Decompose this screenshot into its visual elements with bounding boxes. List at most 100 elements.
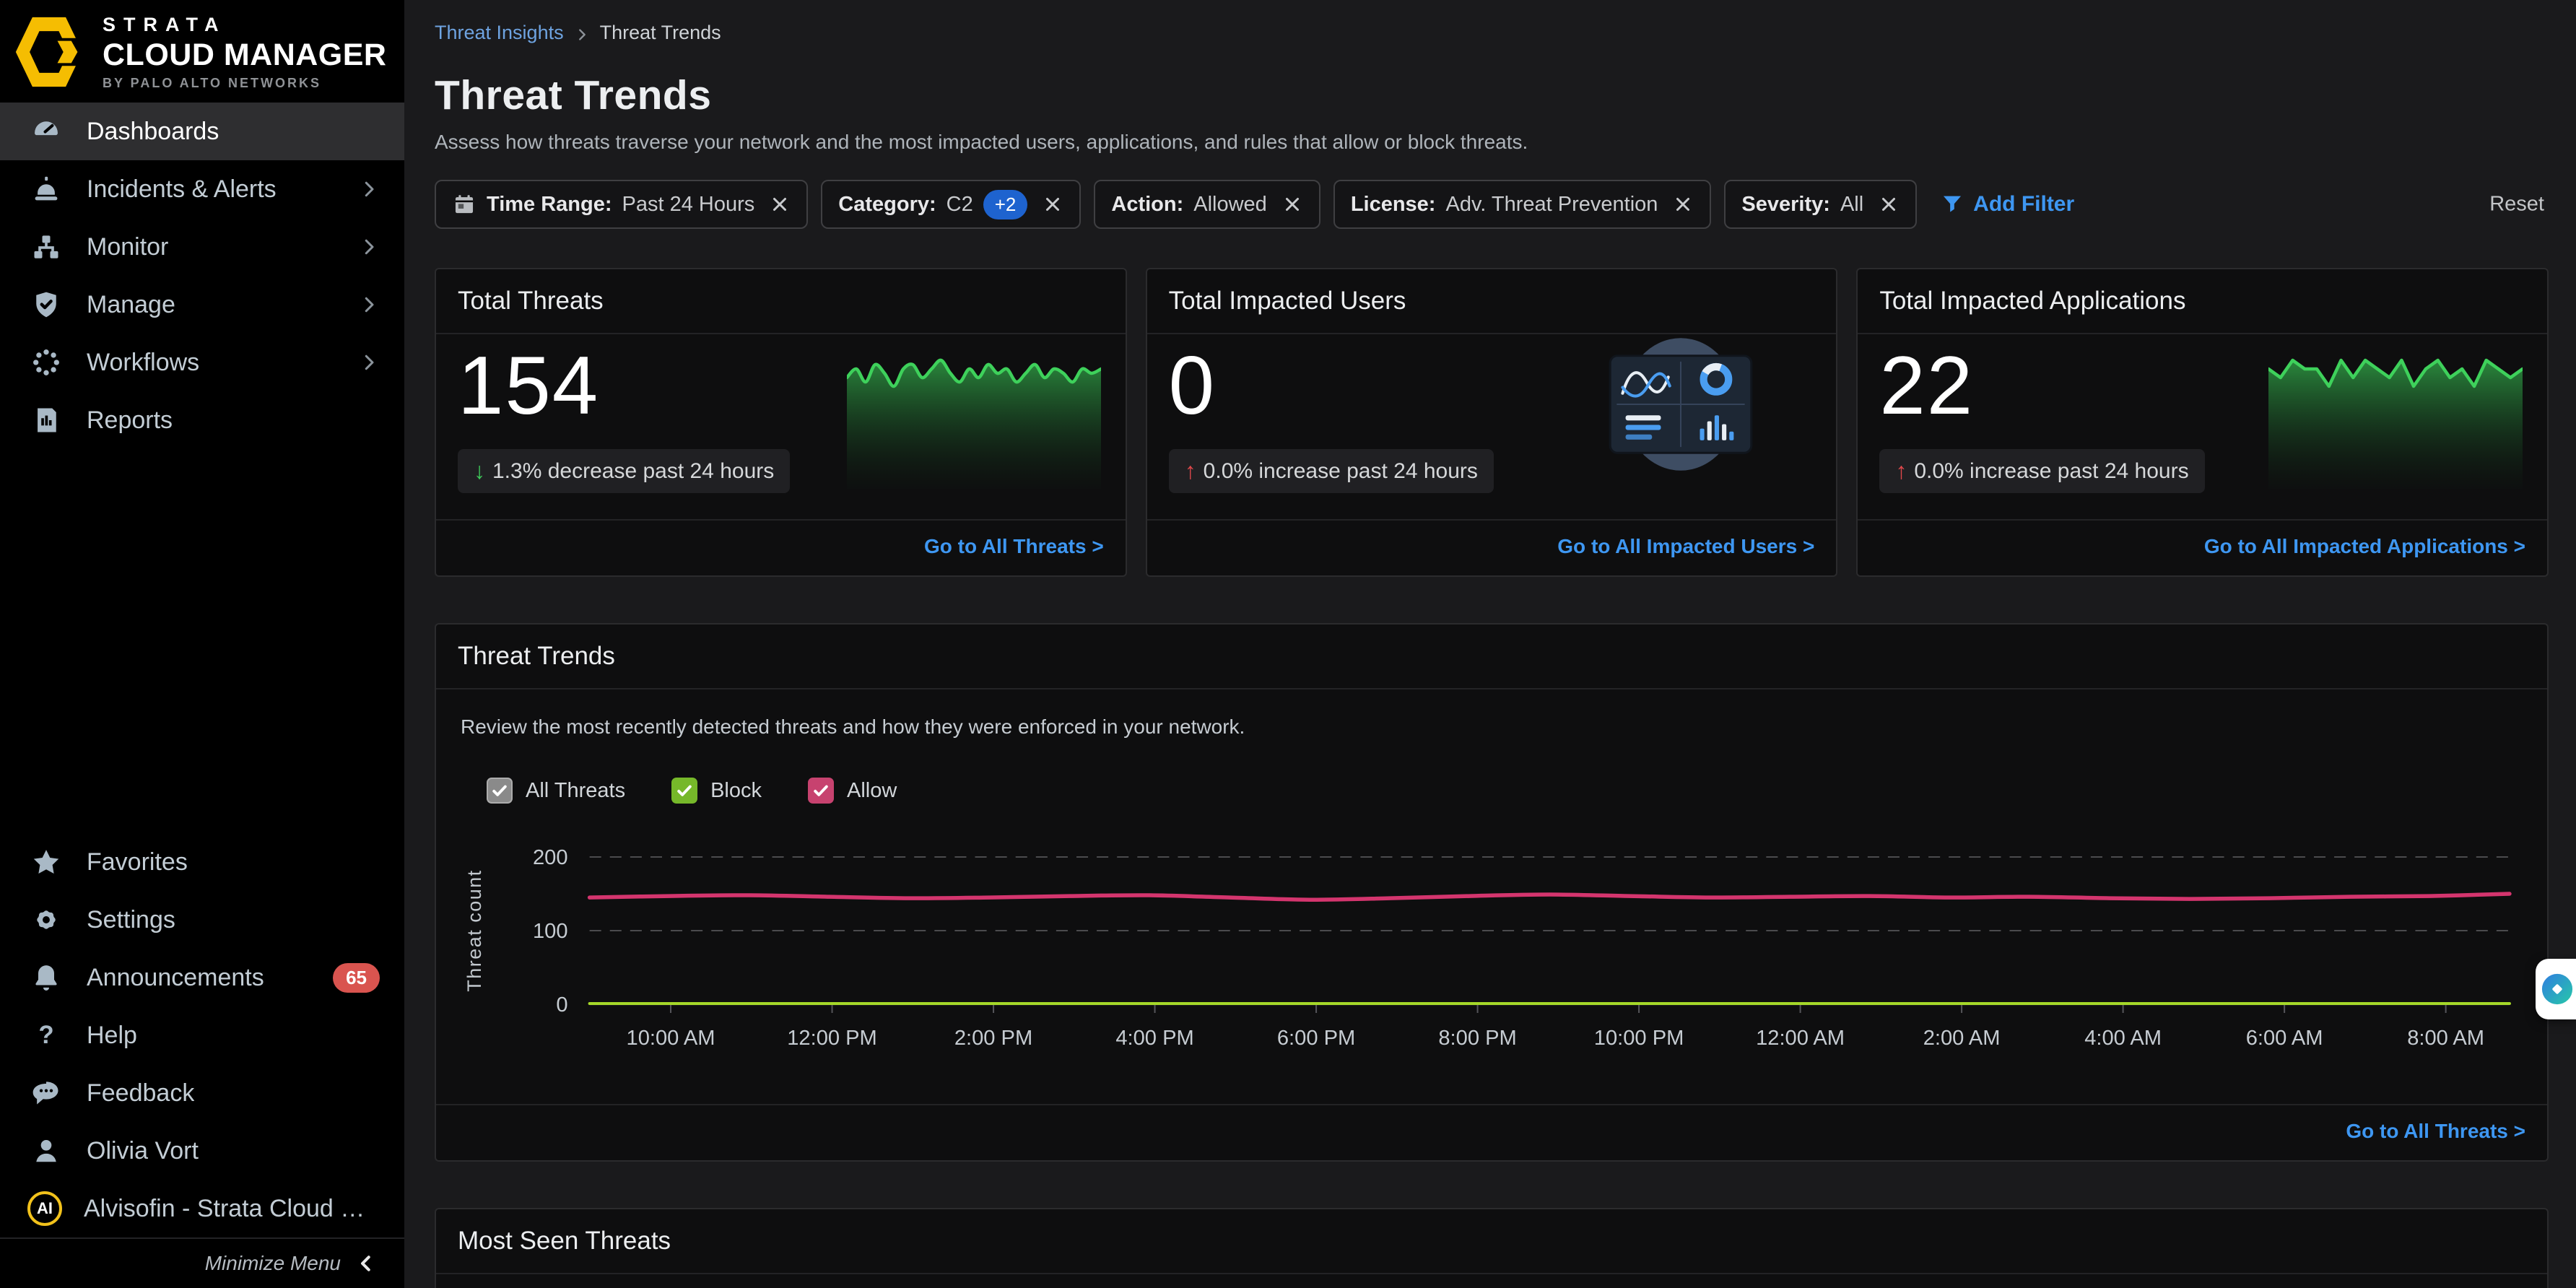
sidebar-item-announcements[interactable]: Announcements 65	[0, 949, 404, 1006]
trend-pill: ↑ 0.0% increase past 24 hours	[1879, 449, 2204, 493]
svg-text:10:00 PM: 10:00 PM	[1594, 1027, 1684, 1050]
trend-arrow-icon: ↓	[474, 458, 485, 484]
summary-card-total-impacted-applications: Total Impacted Applications 22 ↑ 0.0% in…	[1856, 268, 2549, 577]
funnel-icon	[1940, 192, 1964, 217]
legend-label: All Threats	[526, 779, 625, 803]
trend-text: 1.3% decrease past 24 hours	[492, 459, 774, 484]
card-link-go-to-all-impacted-users[interactable]: Go to All Impacted Users >	[1557, 535, 1814, 557]
checkbox-block[interactable]	[671, 778, 697, 804]
breadcrumb-link[interactable]: Threat Insights	[435, 22, 564, 44]
filter-chip-severity[interactable]: Severity: All	[1724, 180, 1917, 229]
filter-chip-label: Time Range:	[487, 193, 612, 217]
copilot-launcher-button[interactable]	[2536, 959, 2576, 1019]
minimize-menu-button[interactable]: Minimize Menu	[0, 1237, 404, 1288]
summary-cards-row: Total Threats 154 ↓ 1.3% decrease past 2…	[435, 268, 2549, 577]
svg-text:100: 100	[533, 920, 568, 943]
close-icon[interactable]	[1878, 193, 1900, 215]
filter-chip-value: All	[1840, 193, 1863, 217]
legend-label: Block	[710, 779, 762, 803]
reset-filters-button[interactable]: Reset	[2489, 193, 2544, 217]
sidebar-nav: Dashboards Incidents & Alerts Monitor Ma…	[0, 103, 404, 449]
empty-chart-illustration	[1604, 334, 1758, 474]
filter-chip-value: Allowed	[1193, 193, 1267, 217]
brand-logo: STRATA CLOUD MANAGER BY PALO ALTO NETWOR…	[0, 0, 404, 100]
minimize-menu-label: Minimize Menu	[205, 1252, 341, 1275]
filter-chip-time-range[interactable]: Time Range: Past 24 Hours	[435, 180, 808, 229]
svg-text:10:00 AM: 10:00 AM	[627, 1027, 715, 1050]
card-footer: Go to All Threats >	[436, 519, 1126, 575]
person-icon	[30, 1135, 62, 1167]
legend-label: Allow	[847, 779, 897, 803]
sidebar-item-label: Favorites	[87, 848, 188, 876]
bell-icon	[30, 962, 62, 993]
page-title: Threat Trends	[435, 71, 2549, 119]
sidebar-item-alvisofin-strata-cloud-m[interactable]: AI Alvisofin - Strata Cloud M...	[0, 1180, 404, 1237]
most-seen-threats-card: Most Seen Threats	[435, 1208, 2549, 1288]
sidebar-item-label: Monitor	[87, 233, 168, 261]
card-body: 154 ↓ 1.3% decrease past 24 hours	[436, 334, 1126, 519]
trend-pill: ↑ 0.0% increase past 24 hours	[1169, 449, 1494, 493]
chevron-right-icon	[358, 352, 380, 373]
svg-text:8:00 AM: 8:00 AM	[2407, 1027, 2484, 1050]
checkbox-all-threats[interactable]	[487, 778, 513, 804]
svg-text:4:00 AM: 4:00 AM	[2084, 1027, 2162, 1050]
close-icon[interactable]	[1282, 193, 1303, 215]
sidebar-item-favorites[interactable]: Favorites	[0, 833, 404, 891]
go-to-all-threats-link[interactable]: Go to All Threats >	[2346, 1120, 2525, 1142]
svg-text:4:00 PM: 4:00 PM	[1115, 1027, 1193, 1050]
sidebar-item-label: Workflows	[87, 349, 199, 377]
card-link-go-to-all-impacted-applications[interactable]: Go to All Impacted Applications >	[2204, 535, 2525, 557]
trend-text: 0.0% increase past 24 hours	[1204, 459, 1478, 484]
card-link-go-to-all-threats[interactable]: Go to All Threats >	[924, 535, 1104, 557]
sidebar-item-monitor[interactable]: Monitor	[0, 218, 404, 276]
sidebar-item-reports[interactable]: Reports	[0, 391, 404, 449]
filter-chip-action[interactable]: Action: Allowed	[1094, 180, 1320, 229]
sidebar-item-feedback[interactable]: Feedback	[0, 1064, 404, 1122]
sidebar-item-help[interactable]: ? Help	[0, 1006, 404, 1064]
calendar-icon	[452, 192, 477, 217]
threat-trends-description: Review the most recently detected threat…	[461, 715, 2524, 739]
chevron-right-icon	[574, 25, 590, 41]
card-footer: Go to All Impacted Users >	[1147, 519, 1837, 575]
card-title: Total Impacted Users	[1147, 269, 1837, 334]
sidebar-item-workflows[interactable]: Workflows	[0, 334, 404, 391]
legend-item-allow[interactable]: Allow	[808, 778, 897, 804]
checkbox-allow[interactable]	[808, 778, 834, 804]
copilot-logo-icon	[2541, 972, 2574, 1006]
chevron-right-icon	[358, 236, 380, 258]
sidebar-item-label: Alvisofin - Strata Cloud M...	[84, 1195, 380, 1223]
hierarchy-icon	[30, 231, 62, 263]
filter-chip-more-badge: +2	[983, 190, 1028, 219]
close-icon[interactable]	[1042, 193, 1063, 215]
filter-chip-category[interactable]: Category: C2 +2	[821, 180, 1081, 229]
brand-line1: STRATA	[103, 14, 386, 36]
filter-chip-label: Category:	[838, 193, 936, 217]
sidebar-item-dashboards[interactable]: Dashboards	[0, 103, 404, 160]
chart-area: 0100200Threat count10:00 AM12:00 PM2:00 …	[459, 822, 2524, 1062]
svg-text:0: 0	[556, 993, 567, 1017]
sidebar: STRATA CLOUD MANAGER BY PALO ALTO NETWOR…	[0, 0, 404, 1288]
spinner-icon	[30, 347, 62, 378]
filter-chip-value: C2	[947, 193, 973, 217]
sidebar-item-manage[interactable]: Manage	[0, 276, 404, 334]
card-footer: Go to All Impacted Applications >	[1858, 519, 2547, 575]
star-icon	[30, 846, 62, 878]
sidebar-item-label: Settings	[87, 906, 175, 934]
card-title: Total Impacted Applications	[1858, 269, 2547, 334]
legend-item-block[interactable]: Block	[671, 778, 762, 804]
threat-trends-body: Review the most recently detected threat…	[436, 689, 2547, 1104]
svg-text:Threat count: Threat count	[464, 869, 485, 991]
brand-line2: CLOUD MANAGER	[103, 38, 386, 73]
close-icon[interactable]	[1672, 193, 1694, 215]
svg-text:?: ?	[38, 1021, 53, 1049]
sidebar-item-incidents-alerts[interactable]: Incidents & Alerts	[0, 160, 404, 218]
add-filter-button[interactable]: Add Filter	[1940, 192, 2074, 217]
sidebar-item-settings[interactable]: Settings	[0, 891, 404, 949]
legend-item-all-threats[interactable]: All Threats	[487, 778, 625, 804]
sidebar-item-label: Announcements	[87, 964, 264, 992]
close-icon[interactable]	[769, 193, 791, 215]
filter-chip-license[interactable]: License: Adv. Threat Prevention	[1333, 180, 1712, 229]
sidebar-item-olivia-vort[interactable]: Olivia Vort	[0, 1122, 404, 1180]
filter-chip-label: Severity:	[1741, 193, 1830, 217]
svg-text:2:00 AM: 2:00 AM	[1923, 1027, 2001, 1050]
